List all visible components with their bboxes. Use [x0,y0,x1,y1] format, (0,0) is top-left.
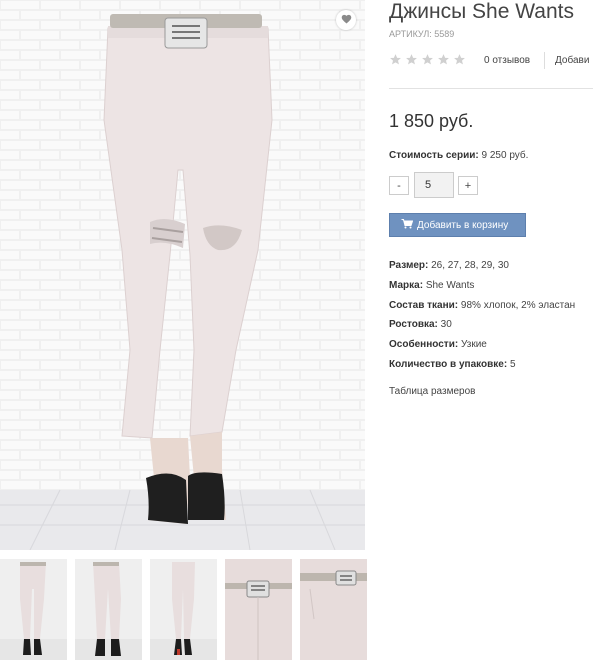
reviews-link[interactable]: 0 отзывов [484,55,530,66]
spec-label: Марка: [389,279,424,291]
product-title: Джинсы She Wants [389,0,574,23]
spec-value: She Wants [425,279,475,291]
quantity-input[interactable] [414,172,454,198]
spec-label: Особенности: [389,339,459,351]
thumbnail-1[interactable] [0,559,67,660]
favorite-button[interactable] [336,10,356,30]
rating-stars[interactable] [389,53,466,66]
spec-row-height-size: Ростовка: 30 [389,318,575,338]
series-label: Стоимость серии: [389,150,479,161]
specs-list: Размер: 26, 27, 28, 29, 30 Марка: She Wa… [389,259,575,378]
spec-label: Количество в упаковке: [389,358,508,370]
add-review-link[interactable]: Добави [555,55,589,66]
star-icon[interactable] [453,53,466,66]
spec-label: Размер: [389,260,429,271]
cart-icon [401,218,414,232]
size-table-link[interactable]: Таблица размеров [389,386,475,397]
star-icon[interactable] [421,53,434,66]
spec-label: Состав ткани: [389,299,459,311]
quantity-increase-button[interactable]: + [458,176,478,195]
divider [544,52,545,69]
product-photo [0,0,365,550]
thumbnail-2[interactable] [75,559,142,660]
series-value: 9 250 руб. [481,150,529,161]
star-icon[interactable] [437,53,450,66]
sku-value: 5589 [434,29,455,39]
spec-value: 30 [440,319,452,331]
star-icon[interactable] [405,53,418,66]
star-icon[interactable] [389,53,402,66]
add-to-cart-button[interactable]: Добавить в корзину [389,213,526,237]
main-product-image[interactable] [0,0,365,550]
divider [389,88,593,89]
spec-row-brand: Марка: She Wants [389,279,575,299]
spec-value: 5 [509,358,516,370]
heart-icon [341,11,352,29]
thumbnail-5[interactable] [300,559,367,660]
sku-row: АРТИКУЛ: 5589 [389,29,454,39]
thumbnail-3[interactable] [150,559,217,660]
spec-row-size: Размер: 26, 27, 28, 29, 30 [389,259,575,279]
spec-value: 98% хлопок, 2% эластан [460,299,576,311]
spec-row-pack-quantity: Количество в упаковке: 5 [389,358,575,378]
spec-label: Ростовка: [389,319,438,331]
quantity-decrease-button[interactable]: - [389,176,409,195]
spec-value: 26, 27, 28, 29, 30 [431,260,509,271]
spec-value: Узкие [460,339,487,351]
spec-row-fabric: Состав ткани: 98% хлопок, 2% эластан [389,299,575,319]
product-price: 1 850 руб. [389,111,474,131]
spec-row-features: Особенности: Узкие [389,338,575,358]
thumbnail-4[interactable] [225,559,292,660]
add-to-cart-label: Добавить в корзину [417,219,509,231]
series-price: Стоимость серии: 9 250 руб. [389,150,528,161]
sku-label: АРТИКУЛ: [389,29,432,39]
